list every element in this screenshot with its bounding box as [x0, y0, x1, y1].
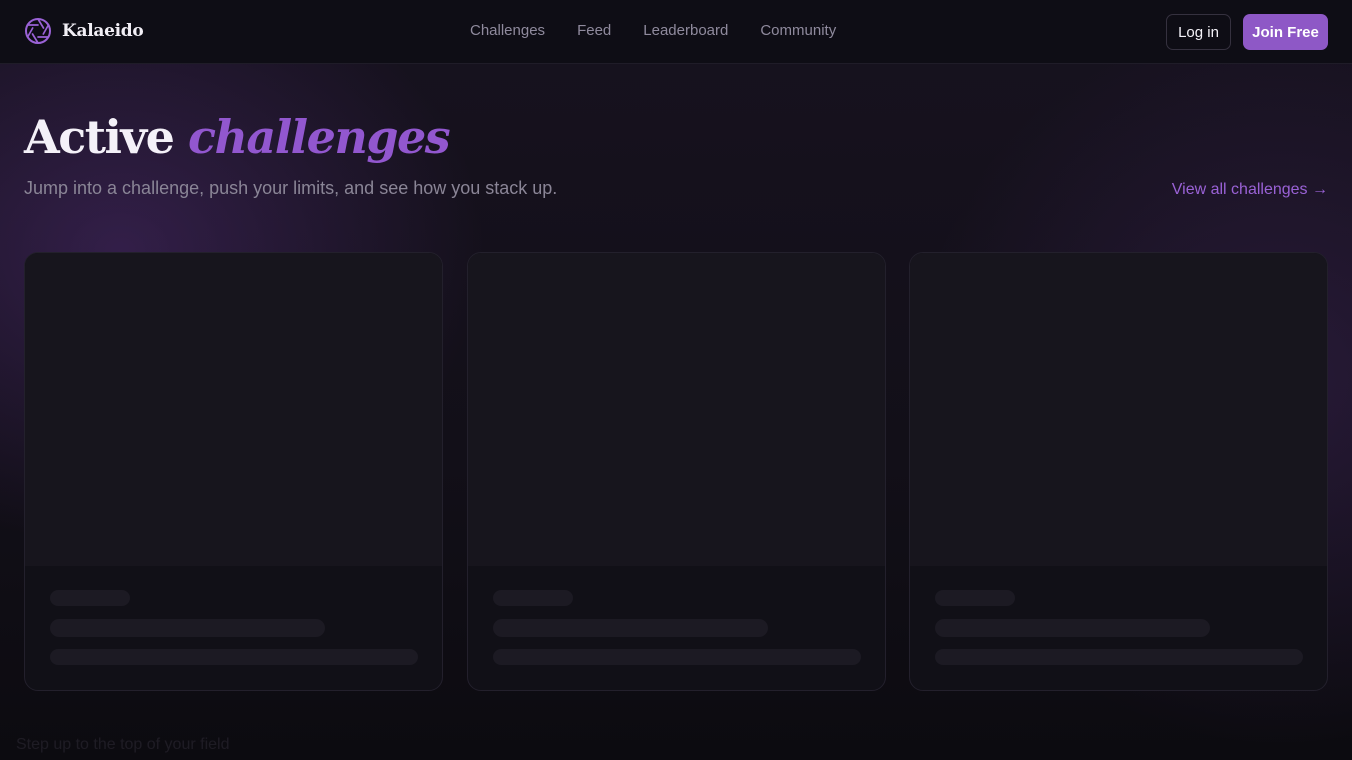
skeleton-tag-line — [935, 590, 1015, 606]
page: Kalaeido Challenges Feed Leaderboard Com… — [0, 0, 1352, 760]
card-image-placeholder — [910, 253, 1327, 566]
skeleton-tag-line — [493, 590, 573, 606]
login-button[interactable]: Log in — [1166, 14, 1231, 50]
primary-nav: Challenges Feed Leaderboard Community — [470, 22, 868, 39]
page-subtitle: Jump into a challenge, push your limits,… — [24, 178, 558, 198]
title-plain: Active — [24, 110, 175, 164]
skeleton-title-line — [50, 619, 325, 637]
view-all-challenges-link[interactable]: View all challenges → — [1172, 181, 1328, 199]
card-image-placeholder — [25, 253, 442, 566]
card-image-placeholder — [468, 253, 885, 566]
aperture-logo-icon — [25, 18, 51, 44]
nav-link-leaderboard[interactable]: Leaderboard — [643, 22, 728, 39]
skeleton-tag-line — [50, 590, 130, 606]
challenge-card-skeleton[interactable] — [24, 252, 443, 691]
skeleton-title-line — [935, 619, 1210, 637]
title-accent: challenges — [187, 110, 451, 164]
brand-name: Kalaeido — [62, 21, 144, 41]
partially-visible-footer-text: Step up to the top of your field — [16, 736, 230, 753]
skeleton-meta-line — [935, 649, 1303, 665]
challenge-card-skeleton[interactable] — [909, 252, 1328, 691]
skeleton-title-line — [493, 619, 768, 637]
nav-link-community[interactable]: Community — [760, 22, 836, 39]
challenge-card-skeleton[interactable] — [467, 252, 886, 691]
nav-link-challenges[interactable]: Challenges — [470, 22, 545, 39]
skeleton-meta-line — [493, 649, 861, 665]
top-navigation-bar: Kalaeido Challenges Feed Leaderboard Com… — [0, 0, 1352, 64]
page-title: Active challenges — [24, 104, 451, 170]
brand-logo-link[interactable]: Kalaeido — [24, 17, 144, 45]
nav-link-feed[interactable]: Feed — [577, 22, 611, 39]
skeleton-meta-line — [50, 649, 418, 665]
join-free-button[interactable]: Join Free — [1243, 14, 1328, 50]
